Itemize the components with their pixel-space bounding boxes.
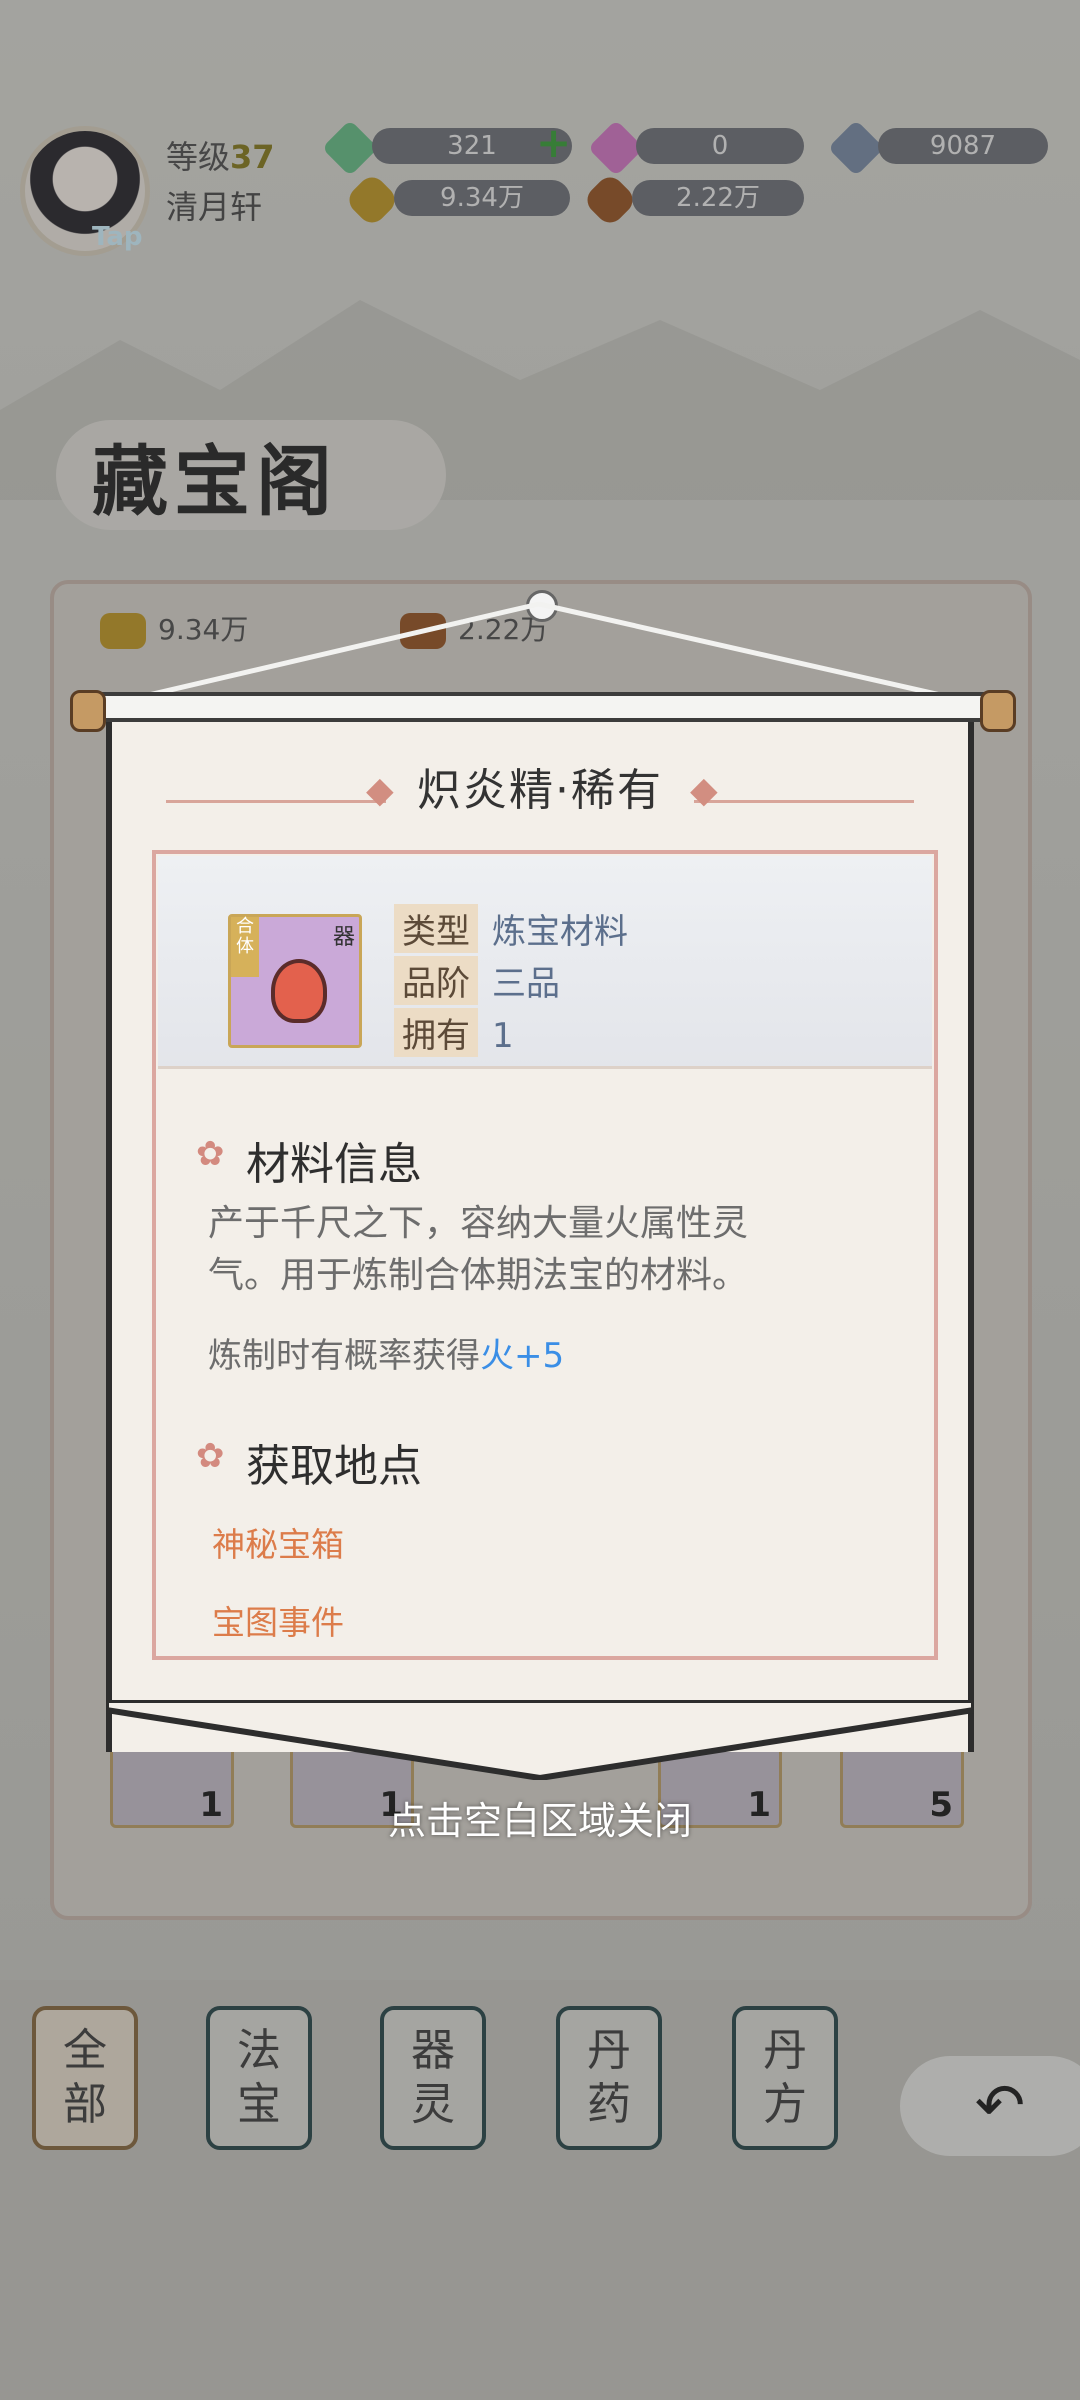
material-description: 产于千尺之下，容纳大量火属性灵 气。用于炼制合体期法宝的材料。: [208, 1198, 888, 1302]
hanging-knob: [526, 590, 558, 622]
info-value: 1: [492, 1016, 514, 1056]
section-source: 获取地点: [246, 1441, 422, 1492]
info-key: 类型: [394, 904, 478, 953]
info-key: 拥有: [394, 1008, 478, 1057]
info-owned: 拥有 1: [394, 1008, 514, 1057]
scroll-bottom-edge: [106, 1700, 974, 1780]
chance-value: 火+5: [480, 1336, 565, 1376]
info-value: 三品: [492, 964, 560, 1004]
chance-prefix: 炼制时有概率获得: [208, 1336, 480, 1376]
flame-crystal-icon: [271, 959, 327, 1023]
item-tag-left: 合体: [231, 917, 259, 977]
section-material-info: 材料信息: [246, 1139, 422, 1190]
diamond-icon: ◆: [690, 770, 718, 811]
title-divider-right: [694, 800, 914, 803]
item-tag-right: 器: [332, 925, 355, 950]
description-line: 产于千尺之下，容纳大量火属性灵: [208, 1203, 749, 1244]
diamond-icon: ◆: [366, 770, 394, 811]
refine-chance: 炼制时有概率获得火+5: [208, 1328, 564, 1377]
title-divider-left: [166, 800, 386, 803]
scroll-rod: [76, 692, 1004, 722]
flower-icon: ✿: [196, 1134, 225, 1174]
rod-end-left: [70, 690, 106, 732]
fire-essence-icon: 合体 器: [228, 914, 362, 1048]
rod-end-right: [980, 690, 1016, 732]
info-type: 类型 炼宝材料: [394, 904, 628, 953]
header-divider: [158, 1066, 932, 1069]
source-treasure-map-event[interactable]: 宝图事件: [212, 1596, 344, 1644]
flower-icon: ✿: [196, 1436, 225, 1476]
info-value: 炼宝材料: [492, 912, 628, 952]
description-line: 气。用于炼制合体期法宝的材料。: [208, 1255, 749, 1296]
item-title: 炽炎精·稀有: [417, 765, 663, 816]
close-hint[interactable]: 点击空白区域关闭: [0, 1790, 1080, 1845]
info-key: 品阶: [394, 956, 478, 1005]
info-grade: 品阶 三品: [394, 956, 560, 1005]
source-mystery-chest[interactable]: 神秘宝箱: [212, 1518, 344, 1566]
